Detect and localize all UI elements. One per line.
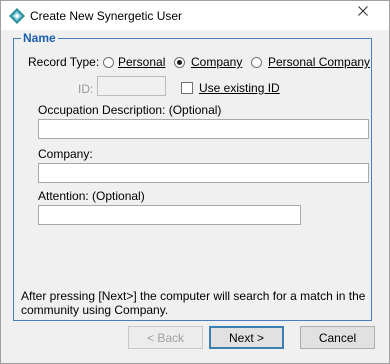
occupation-input[interactable]: [38, 119, 369, 139]
name-groupbox: Name Record Type: Personal Company Perso…: [13, 31, 372, 321]
company-input[interactable]: [38, 163, 369, 183]
close-icon: [357, 5, 368, 19]
company-label: Company:: [38, 147, 93, 161]
radio-company[interactable]: [174, 57, 185, 68]
info-text-line1: After pressing [Next>] the computer will…: [21, 289, 366, 303]
window-title: Create New Synergetic User: [30, 9, 183, 23]
record-type-label: Record Type:: [28, 55, 100, 69]
radio-personal[interactable]: [103, 57, 114, 68]
radio-company-label[interactable]: Company: [191, 55, 242, 69]
cancel-button[interactable]: Cancel: [300, 326, 375, 349]
occupation-label: Occupation Description: (Optional): [38, 103, 222, 117]
use-existing-id-checkbox[interactable]: [181, 82, 193, 94]
dialog-window: Create New Synergetic User Name Record T…: [0, 0, 390, 364]
dialog-body: Name Record Type: Personal Company Perso…: [2, 30, 388, 363]
id-label: ID:: [78, 82, 94, 96]
attention-input[interactable]: [38, 205, 301, 225]
group-legend: Name: [21, 31, 58, 45]
use-existing-id-label[interactable]: Use existing ID: [199, 81, 280, 95]
radio-personal-company-label[interactable]: Personal Company: [268, 55, 370, 69]
attention-label: Attention: (Optional): [38, 189, 145, 203]
back-button[interactable]: < Back: [128, 326, 203, 349]
close-button[interactable]: [340, 2, 385, 22]
radio-personal-label[interactable]: Personal: [118, 55, 165, 69]
id-input[interactable]: [97, 76, 166, 96]
title-bar[interactable]: Create New Synergetic User: [1, 1, 389, 30]
next-button[interactable]: Next >: [209, 326, 284, 349]
app-diamond-icon: [9, 8, 25, 24]
info-text-line2: community using Company.: [21, 303, 169, 317]
radio-personal-company[interactable]: [251, 57, 262, 68]
